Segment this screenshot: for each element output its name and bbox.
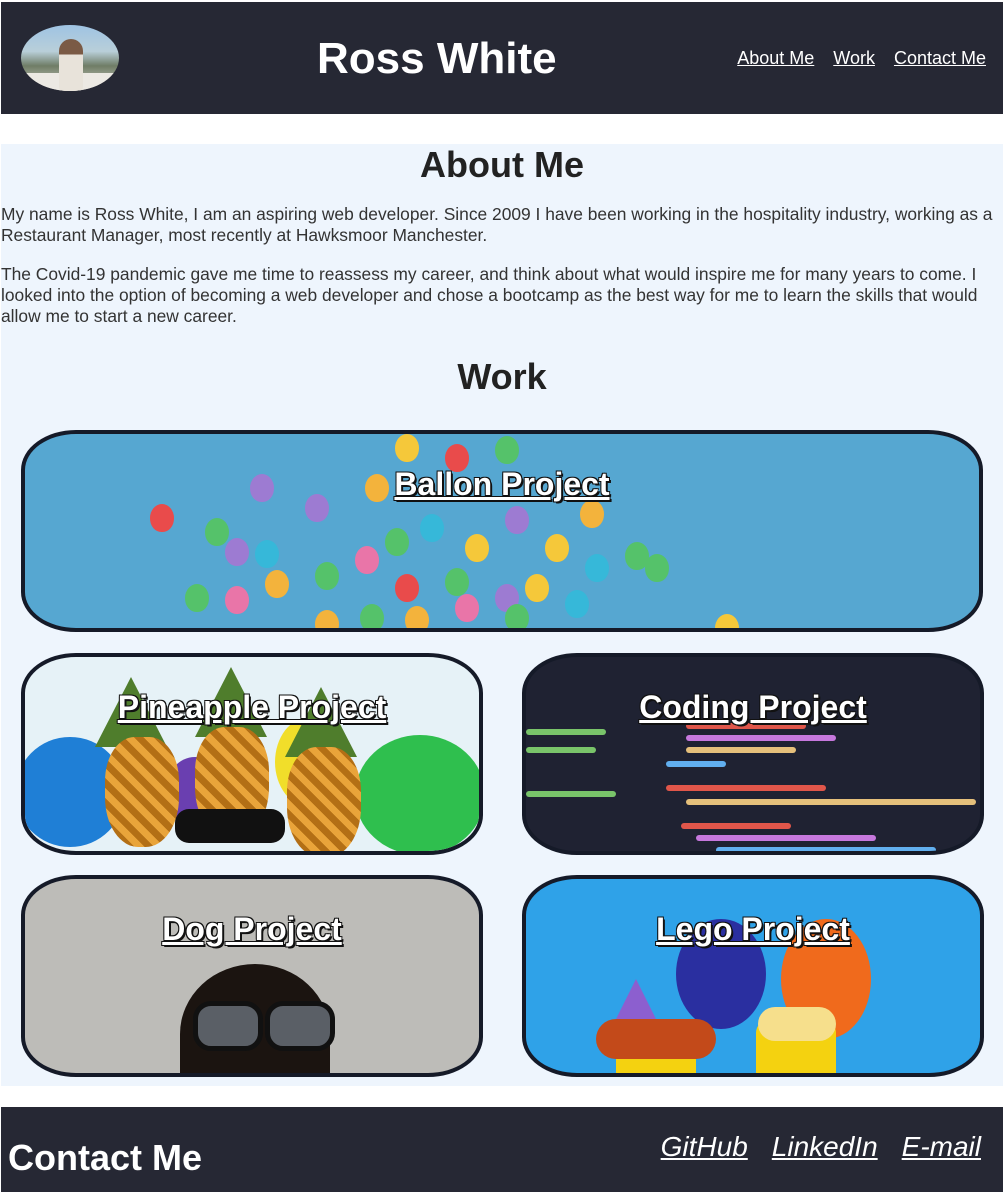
nav-work[interactable]: Work (833, 48, 875, 69)
github-link[interactable]: GitHub (661, 1131, 748, 1163)
work-title: Work (457, 356, 547, 397)
project-card-lego[interactable]: Lego Project (522, 875, 984, 1077)
site-title: Ross White (317, 34, 557, 83)
main-content: About Me My name is Ross White, I am an … (1, 144, 1003, 1086)
nav-about-me[interactable]: About Me (737, 48, 814, 69)
project-title-dog[interactable]: Dog Project (25, 911, 479, 948)
project-title-pineapple[interactable]: Pineapple Project (25, 689, 479, 726)
project-title-lego[interactable]: Lego Project (526, 911, 980, 948)
contact-links: GitHub LinkedIn E-mail (661, 1131, 981, 1163)
about-paragraph-2: The Covid-19 pandemic gave me time to re… (1, 264, 978, 326)
project-card-pineapple[interactable]: Pineapple Project (21, 653, 483, 855)
site-header: Ross White About Me Work Contact Me (1, 2, 1003, 114)
about-title: About Me (420, 144, 584, 185)
site-footer: Contact Me GitHub LinkedIn E-mail (1, 1107, 1003, 1192)
project-card-coding[interactable]: Coding Project (522, 653, 984, 855)
contact-title: Contact Me (8, 1137, 203, 1178)
linkedin-link[interactable]: LinkedIn (772, 1131, 878, 1163)
email-link[interactable]: E-mail (902, 1131, 981, 1163)
nav-contact-me[interactable]: Contact Me (894, 48, 986, 69)
main-nav: About Me Work Contact Me (737, 48, 986, 69)
project-card-ballon[interactable]: Ballon Project (21, 430, 983, 632)
about-paragraph-1: My name is Ross White, I am an aspiring … (1, 204, 993, 245)
profile-photo (21, 25, 119, 91)
project-title-coding[interactable]: Coding Project (526, 689, 980, 726)
project-title-ballon[interactable]: Ballon Project (25, 466, 979, 503)
project-card-dog[interactable]: Dog Project (21, 875, 483, 1077)
